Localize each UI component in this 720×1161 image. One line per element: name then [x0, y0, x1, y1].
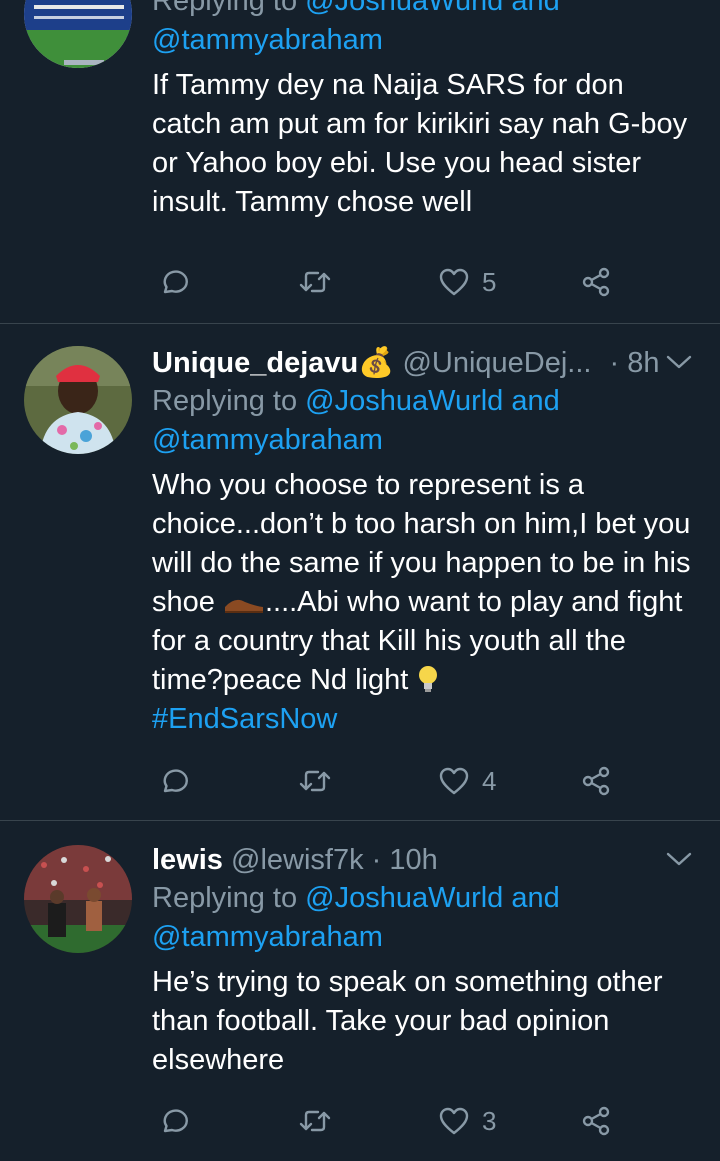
retweet-icon — [299, 1110, 331, 1132]
retweet-button[interactable] — [298, 761, 332, 801]
like-count: 5 — [482, 266, 497, 297]
share-icon — [582, 267, 610, 297]
tweet-text: Who you choose to represent is a choice.… — [152, 469, 691, 735]
reply-icon — [163, 1109, 188, 1133]
like-button[interactable]: 5 — [438, 262, 496, 302]
display-name[interactable]: lewis — [152, 844, 223, 876]
heart-icon — [439, 767, 469, 795]
avatar-image — [24, 845, 132, 953]
display-name[interactable]: Unique_dejavu — [152, 347, 358, 379]
like-button[interactable]: 3 — [438, 1101, 496, 1141]
reply-button[interactable] — [156, 262, 188, 302]
retweet-button[interactable] — [298, 1101, 332, 1141]
timestamp[interactable]: · 8h — [610, 347, 660, 379]
retweet-button[interactable] — [298, 262, 332, 302]
chevron-down-icon[interactable] — [666, 354, 692, 370]
tweet-actions: 3 — [152, 1101, 632, 1141]
reply-button[interactable] — [156, 1101, 188, 1141]
reply-icon — [163, 270, 188, 294]
share-button[interactable] — [580, 262, 612, 302]
like-count: 3 — [482, 1105, 497, 1136]
tweet-text: He’s trying to speak on something other … — [152, 966, 663, 1076]
light-bulb-icon — [419, 666, 438, 692]
tweet-header: Unique_dejavu💰 @UniqueDej... · 8h — [152, 344, 700, 382]
share-icon — [582, 766, 610, 796]
like-button[interactable]: 4 — [438, 761, 496, 801]
avatar[interactable] — [24, 0, 132, 68]
avatar[interactable] — [24, 346, 132, 454]
reply-button[interactable] — [156, 761, 188, 801]
tweet[interactable]: lewis @lewisf7k · 10h Replying to @Joshu… — [0, 821, 720, 1161]
tweet-text: If Tammy dey na Naija SARS for don catch… — [152, 69, 688, 218]
user-handle[interactable]: @lewisf7k — [231, 844, 364, 876]
heart-icon — [439, 268, 469, 296]
mention-link[interactable]: @JoshuaWurld and — [305, 0, 560, 17]
mention-link[interactable]: @JoshuaWurld and — [305, 385, 560, 417]
retweet-icon — [299, 271, 331, 293]
tweet[interactable]: Unique_dejavu💰 @UniqueDej... · 8h Replyi… — [0, 324, 720, 821]
tweet-actions: 5 — [152, 262, 632, 302]
money-bag-icon: 💰 — [358, 347, 395, 379]
hashtag-link[interactable]: #EndSarsNow — [152, 703, 337, 735]
mention-link[interactable]: @tammyabraham — [152, 24, 383, 56]
mention-link[interactable]: @tammyabraham — [152, 424, 383, 456]
user-handle[interactable]: @UniqueDej... — [402, 347, 591, 379]
replying-to: Replying to @JoshuaWurld and — [152, 385, 560, 417]
like-count: 4 — [482, 765, 497, 796]
avatar-image — [24, 346, 132, 454]
replying-to: Replying to @JoshuaWurld and — [152, 0, 700, 21]
share-button[interactable] — [580, 1101, 612, 1141]
shoe-icon — [224, 599, 263, 613]
share-button[interactable] — [580, 761, 612, 801]
tweet-actions: 4 — [152, 761, 632, 801]
mention-link[interactable]: @tammyabraham — [152, 921, 383, 953]
reply-icon — [163, 769, 188, 793]
avatar-image — [24, 0, 132, 68]
tweet-header: lewis @lewisf7k · 10h — [152, 841, 700, 879]
timestamp[interactable]: · 10h — [372, 844, 438, 876]
tweet[interactable]: Replying to @JoshuaWurld and @tammyabrah… — [0, 0, 720, 324]
retweet-icon — [299, 770, 331, 792]
heart-icon — [439, 1107, 469, 1135]
mention-link[interactable]: @JoshuaWurld and — [305, 882, 560, 914]
avatar[interactable] — [24, 845, 132, 953]
chevron-down-icon[interactable] — [666, 851, 692, 867]
share-icon — [582, 1106, 610, 1136]
replying-to: Replying to @JoshuaWurld and — [152, 882, 560, 914]
